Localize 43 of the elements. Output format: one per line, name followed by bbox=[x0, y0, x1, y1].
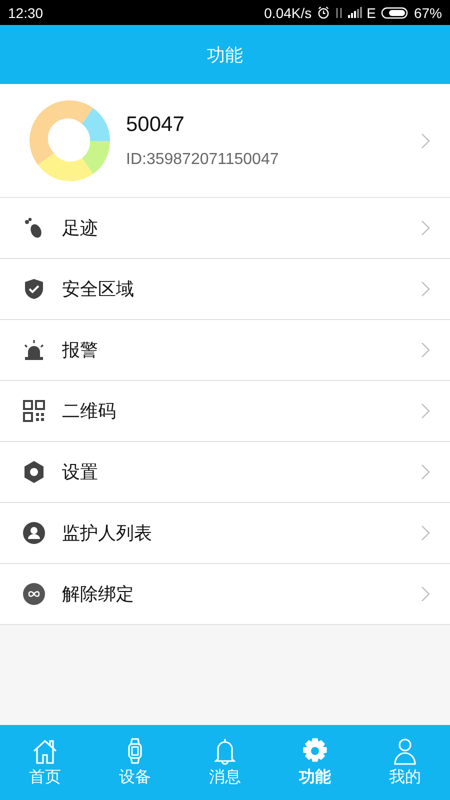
infinity-icon bbox=[22, 582, 46, 606]
device-name: 50047 bbox=[126, 112, 186, 136]
menu-label: 监护人列表 bbox=[62, 522, 153, 545]
battery-text: 67% bbox=[414, 4, 442, 20]
menu-label: 解除绑定 bbox=[62, 583, 135, 606]
header-title: 功能 bbox=[207, 44, 243, 66]
device-id: ID:359872071150047 bbox=[126, 150, 280, 168]
settings-icon bbox=[301, 737, 329, 765]
person-icon bbox=[22, 521, 46, 545]
menu-item[interactable]: 设置 bbox=[0, 442, 450, 503]
menu-label: 报警 bbox=[62, 339, 99, 362]
shield-check-icon bbox=[22, 277, 46, 301]
menu-item[interactable]: 安全区域 bbox=[0, 259, 450, 320]
chevron-right-icon bbox=[421, 403, 430, 419]
menu-label: 安全区域 bbox=[62, 278, 135, 301]
chevron-right-icon bbox=[421, 464, 430, 480]
alarm-clock-icon bbox=[316, 6, 330, 19]
bell-icon bbox=[211, 737, 239, 765]
menu-item[interactable]: 足迹 bbox=[0, 198, 450, 259]
home-icon bbox=[31, 737, 59, 765]
settings-icon bbox=[22, 460, 46, 484]
battery-icon bbox=[380, 6, 409, 18]
signal-icon bbox=[348, 7, 362, 18]
menu-label: 设置 bbox=[62, 461, 99, 484]
menu-item[interactable]: 二维码 bbox=[0, 381, 450, 442]
chevron-right-icon bbox=[421, 132, 430, 148]
chevron-right-icon bbox=[421, 220, 430, 236]
chevron-right-icon bbox=[421, 586, 430, 602]
network-type-text: E bbox=[366, 4, 376, 20]
menu-label: 二维码 bbox=[62, 400, 117, 423]
menu-item[interactable]: 解除绑定 bbox=[0, 564, 450, 625]
time-text: 12:30 bbox=[8, 4, 44, 20]
chevron-right-icon bbox=[421, 342, 430, 358]
menu-item[interactable]: 监护人列表 bbox=[0, 503, 450, 564]
qr-code-icon bbox=[22, 399, 46, 423]
menu-label: 足迹 bbox=[62, 217, 99, 240]
alarm-light-icon bbox=[22, 338, 46, 362]
chevron-right-icon bbox=[421, 525, 430, 541]
network-speed-text: 0.04K/s bbox=[264, 4, 312, 20]
chevron-right-icon bbox=[421, 281, 430, 297]
device-row[interactable]: 50047 ID:359872071150047 bbox=[0, 84, 450, 198]
menu-item[interactable]: 报警 bbox=[0, 320, 450, 381]
user-icon bbox=[391, 737, 419, 765]
